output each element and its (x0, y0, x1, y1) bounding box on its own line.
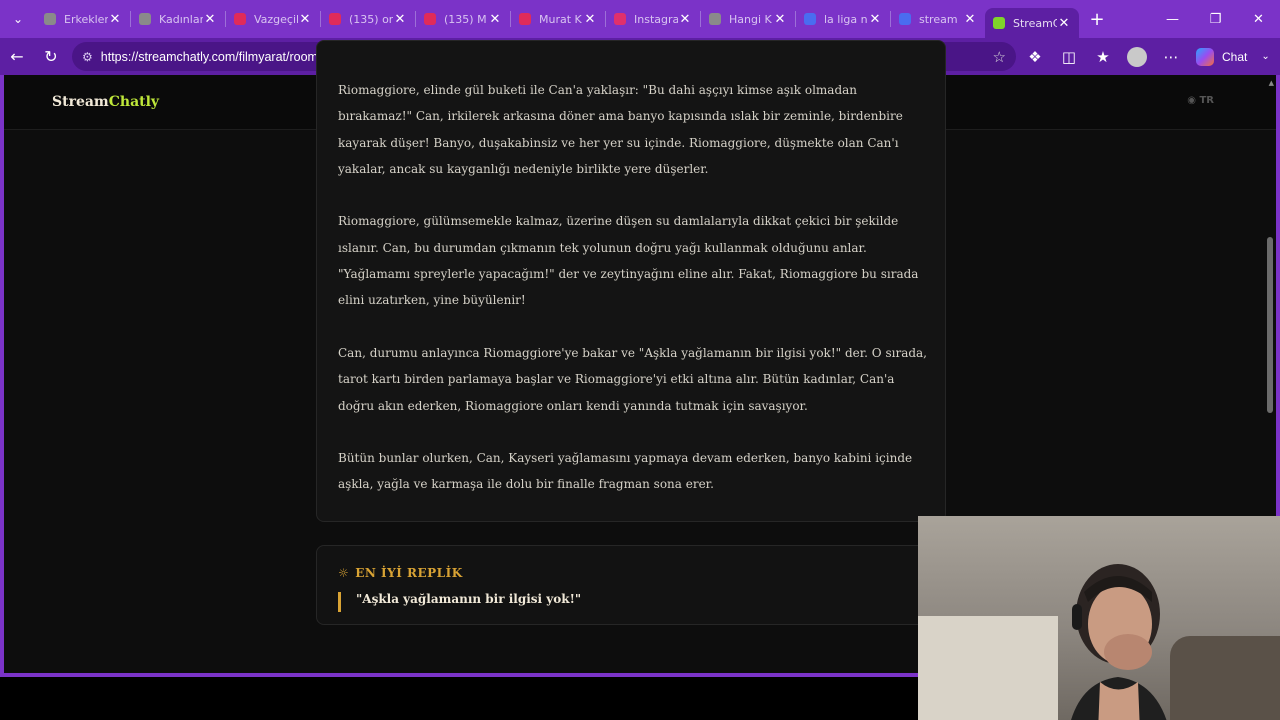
copilot-chat-button[interactable]: Chat ⌄ (1196, 47, 1270, 66)
site-logo[interactable]: StreamChatly (52, 94, 159, 110)
tab-actions-menu-chevron-down-icon[interactable]: ⌄ (0, 0, 36, 38)
reload-icon[interactable]: ↻ (34, 42, 68, 72)
site-info-icon[interactable]: ⚙ (82, 50, 93, 64)
best-quote-card (316, 545, 946, 625)
tab-favicon-icon (614, 13, 626, 25)
browser-tab[interactable]: Erkekler ✕ (36, 4, 130, 34)
webcam-background-shelf (918, 616, 1058, 720)
lightbulb-icon: ☼ (338, 566, 350, 580)
browser-tab[interactable]: Hangi K ✕ (701, 4, 795, 34)
close-tab-icon[interactable]: ✕ (108, 12, 122, 27)
browser-tab[interactable]: stream ✕ (891, 4, 985, 34)
close-tab-icon[interactable]: ✕ (298, 12, 312, 27)
tab-title: (135) on (349, 12, 393, 26)
favorites-icon[interactable]: ★ (1086, 48, 1120, 66)
browser-tab-bar: ⌄ Erkekler ✕ Kadınlar ✕ Vazgeçil ✕ (135) on ✕ (1… (0, 0, 1280, 38)
more-menu-icon[interactable]: ⋯ (1154, 48, 1188, 66)
story-paragraph: Riomaggiore, gülümsemekle kalmaz, üzerin… (338, 214, 919, 308)
browser-tab[interactable]: (135) on ✕ (321, 4, 415, 34)
tab-title: Instagra (634, 12, 678, 26)
close-window-icon[interactable]: ✕ (1237, 0, 1280, 38)
best-quote-heading: ☼ EN İYİ REPLİK (338, 566, 463, 580)
language-selector[interactable]: ◉ TR (1187, 95, 1214, 106)
story-paragraph: Riomaggiore, elinde gül buketi ile Can'a… (338, 83, 903, 176)
close-tab-icon[interactable]: ✕ (678, 12, 692, 27)
close-tab-icon[interactable]: ✕ (488, 12, 502, 27)
tab-favicon-icon (709, 13, 721, 25)
extensions-puzzle-icon[interactable]: ❖ (1018, 48, 1052, 66)
window-controls: — ❐ ✕ (1151, 0, 1280, 38)
tab-favicon-icon (234, 13, 246, 25)
close-tab-icon[interactable]: ✕ (963, 12, 977, 27)
tab-title: stream (919, 12, 958, 26)
minimize-icon[interactable]: — (1151, 0, 1194, 38)
scroll-up-arrow-icon[interactable]: ▲ (1269, 79, 1274, 87)
tab-favicon-icon (44, 13, 56, 25)
browser-tab[interactable]: StreamC ✕ (985, 8, 1079, 38)
new-tab-plus-icon[interactable]: + (1079, 9, 1115, 30)
tab-favicon-icon (329, 13, 341, 25)
logo-accent-text: Chatly (108, 94, 160, 110)
globe-icon: ◉ (1187, 95, 1196, 106)
copilot-icon (1196, 47, 1214, 66)
story-paragraph: Can, durumu anlayınca Riomaggiore'ye bak… (338, 345, 927, 413)
maximize-icon[interactable]: ❐ (1194, 0, 1237, 38)
tab-strip: Erkekler ✕ Kadınlar ✕ Vazgeçil ✕ (135) on ✕ (135… (36, 0, 1079, 38)
browser-tab[interactable]: (135) M ✕ (416, 4, 510, 34)
close-tab-icon[interactable]: ✕ (773, 12, 787, 27)
webcam-person (1071, 564, 1167, 720)
browser-tab[interactable]: la liga n ✕ (796, 4, 890, 34)
tab-title: Kadınlar (159, 12, 203, 26)
tab-title: Vazgeçil (254, 12, 298, 26)
logo-main-text: Stream (52, 94, 109, 110)
tab-title: StreamC (1013, 16, 1057, 30)
browser-tab[interactable]: Kadınlar ✕ (131, 4, 225, 34)
tab-title: la liga n (824, 12, 868, 26)
browser-tab[interactable]: Murat K ✕ (511, 4, 605, 34)
webcam-overlay (918, 516, 1280, 720)
profile-avatar[interactable] (1127, 46, 1147, 67)
favorite-star-icon[interactable]: ☆ (993, 48, 1006, 66)
back-arrow-icon[interactable]: ← (0, 42, 34, 72)
close-tab-icon[interactable]: ✕ (868, 12, 882, 27)
tab-favicon-icon (993, 17, 1005, 29)
tab-title: Murat K (539, 12, 582, 26)
best-quote-text: "Aşkla yağlamanın bir ilgisi yok!" (356, 592, 582, 606)
tab-title: Hangi K (729, 12, 772, 26)
chat-label: Chat (1222, 49, 1248, 64)
tab-favicon-icon (804, 13, 816, 25)
tab-favicon-icon (139, 13, 151, 25)
story-text: Riomaggiore, elinde gül buketi ile Can'a… (338, 77, 928, 524)
chevron-down-icon[interactable]: ⌄ (1261, 51, 1269, 62)
browser-tab[interactable]: Vazgeçil ✕ (226, 4, 320, 34)
split-screen-icon[interactable]: ◫ (1052, 48, 1086, 66)
story-paragraph: Bütün bunlar olurken, Can, Kayseri yağla… (338, 451, 913, 492)
tab-favicon-icon (519, 13, 531, 25)
close-tab-icon[interactable]: ✕ (1057, 16, 1071, 31)
browser-tab[interactable]: Instagra ✕ (606, 4, 700, 34)
close-tab-icon[interactable]: ✕ (583, 12, 597, 27)
tab-favicon-icon (424, 13, 436, 25)
best-quote-heading-text: EN İYİ REPLİK (355, 566, 463, 580)
close-tab-icon[interactable]: ✕ (393, 12, 407, 27)
tab-favicon-icon (899, 13, 911, 25)
close-tab-icon[interactable]: ✕ (203, 12, 217, 27)
tab-title: (135) M (444, 12, 487, 26)
tab-title: Erkekler (64, 12, 108, 26)
toolbar-actions: ❖ ◫ ★ ⋯ Chat ⌄ (1018, 38, 1270, 75)
quote-accent-bar (338, 592, 341, 612)
language-code: TR (1199, 95, 1214, 106)
scrollbar-thumb[interactable] (1267, 237, 1273, 413)
